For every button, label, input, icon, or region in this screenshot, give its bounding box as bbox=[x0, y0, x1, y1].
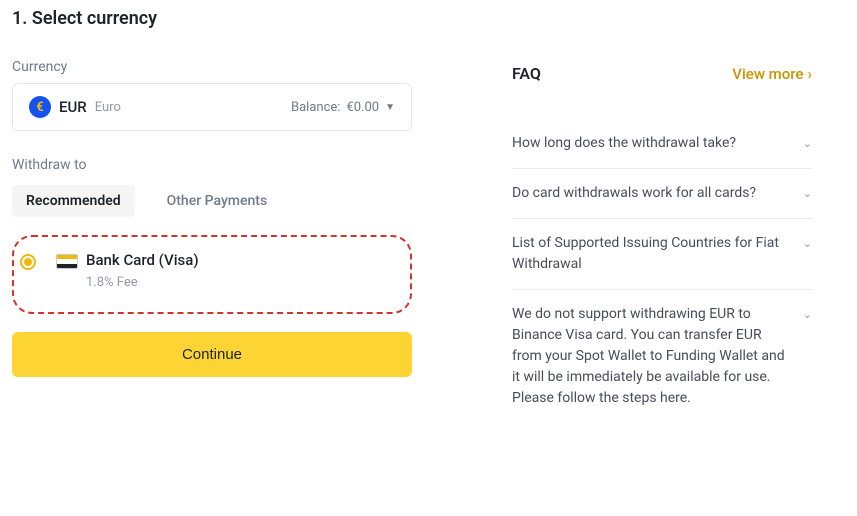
payment-option-title: Bank Card (Visa) bbox=[86, 251, 199, 269]
withdraw-to-label: Withdraw to bbox=[12, 157, 412, 173]
chevron-down-icon: ⌄ bbox=[803, 137, 812, 150]
faq-question: Do card withdrawals work for all cards? bbox=[512, 183, 793, 204]
chevron-down-icon: ▼ bbox=[385, 102, 395, 113]
faq-item[interactable]: Do card withdrawals work for all cards? … bbox=[512, 169, 812, 219]
chevron-down-icon: ⌄ bbox=[803, 187, 812, 200]
chevron-down-icon: ⌄ bbox=[803, 237, 812, 250]
continue-button[interactable]: Continue bbox=[12, 332, 412, 377]
faq-question: List of Supported Issuing Countries for … bbox=[512, 233, 793, 275]
payment-tabs: Recommended Other Payments bbox=[12, 185, 412, 217]
step-heading: 1. Select currency bbox=[12, 8, 412, 29]
faq-title: FAQ bbox=[512, 64, 541, 83]
balance-value: €0.00 bbox=[346, 100, 379, 115]
faq-question: We do not support withdrawing EUR to Bin… bbox=[512, 304, 793, 409]
chevron-down-icon: ⌄ bbox=[803, 308, 812, 321]
faq-item[interactable]: How long does the withdrawal take? ⌄ bbox=[512, 119, 812, 169]
bank-card-icon bbox=[56, 254, 78, 269]
tab-other-payments[interactable]: Other Payments bbox=[153, 185, 282, 217]
payment-option-bank-card[interactable]: Bank Card (Visa) 1.8% Fee bbox=[12, 235, 412, 314]
radio-selected-icon bbox=[20, 254, 36, 270]
view-more-link[interactable]: View more › bbox=[732, 65, 812, 83]
currency-selector[interactable]: € EUR Euro Balance: €0.00 ▼ bbox=[12, 83, 412, 131]
currency-code: EUR bbox=[59, 98, 87, 116]
tab-recommended[interactable]: Recommended bbox=[12, 185, 135, 217]
faq-item[interactable]: We do not support withdrawing EUR to Bin… bbox=[512, 290, 812, 423]
faq-item[interactable]: List of Supported Issuing Countries for … bbox=[512, 219, 812, 290]
chevron-right-icon: › bbox=[807, 65, 812, 83]
currency-name: Euro bbox=[95, 100, 121, 115]
payment-option-fee: 1.8% Fee bbox=[86, 275, 199, 290]
faq-question: How long does the withdrawal take? bbox=[512, 133, 793, 154]
currency-label: Currency bbox=[12, 59, 412, 75]
euro-icon: € bbox=[29, 96, 51, 118]
balance-label: Balance: bbox=[291, 100, 340, 115]
